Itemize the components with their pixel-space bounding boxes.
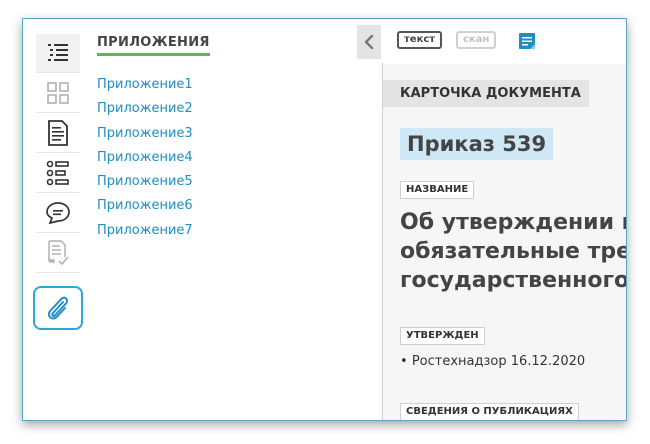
checklist-icon xyxy=(48,240,69,266)
application-link[interactable]: Приложение1 xyxy=(97,75,297,99)
paperclip-icon xyxy=(47,296,69,320)
publication-label: СВЕДЕНИЯ О ПУБЛИКАЦИЯХ xyxy=(400,403,579,420)
application-link[interactable]: Приложение6 xyxy=(97,196,297,220)
grid-icon xyxy=(47,82,69,104)
rail-item-structure[interactable] xyxy=(36,154,80,193)
approved-by-text: Ростехнадзор 16.12.2020 xyxy=(411,354,586,369)
comment-icon xyxy=(46,202,70,225)
document-title-line: Об утверждении пе xyxy=(400,210,626,235)
application-link[interactable]: Приложение5 xyxy=(97,172,297,196)
applications-panel: ПРИЛОЖЕНИЯ Приложение1 Приложение2 Прило… xyxy=(97,31,297,245)
document-title-line: государственного к xyxy=(400,268,626,293)
document-card: КАРТОЧКА ДОКУМЕНТА Приказ 539 НАЗВАНИЕ О… xyxy=(383,64,626,420)
collapse-panel-button[interactable] xyxy=(357,25,381,59)
rail-item-attachments[interactable] xyxy=(33,286,83,330)
rail-item-checklist[interactable] xyxy=(36,234,80,273)
panel-title: ПРИЛОЖЕНИЯ xyxy=(97,35,210,56)
approved-by-item: • Ростехнадзор 16.12.2020 xyxy=(400,354,585,369)
document-number: Приказ 539 xyxy=(400,128,554,160)
text-view-button[interactable]: текст xyxy=(397,31,443,49)
rail-item-list[interactable] xyxy=(36,34,80,73)
application-link[interactable]: Приложение3 xyxy=(97,124,297,148)
app-window: ПРИЛОЖЕНИЯ Приложение1 Приложение2 Прило… xyxy=(22,18,627,421)
card-header: КАРТОЧКА ДОКУМЕНТА xyxy=(383,80,589,107)
document-toolbar: текст скан xyxy=(382,19,626,63)
name-label: НАЗВАНИЕ xyxy=(400,181,475,199)
approved-label: УТВЕРЖДЕН xyxy=(400,327,485,345)
bullet: • xyxy=(400,354,412,369)
list-icon xyxy=(48,44,68,61)
tree-list-icon xyxy=(46,160,69,186)
application-link[interactable]: Приложение7 xyxy=(97,221,297,245)
applications-list: Приложение1 Приложение2 Приложение3 Прил… xyxy=(97,75,297,245)
application-link[interactable]: Приложение2 xyxy=(97,99,297,123)
document-title: Об утверждении пе обязательные треб госу… xyxy=(400,208,626,295)
document-view-icon[interactable] xyxy=(518,32,536,50)
rail-item-comments[interactable] xyxy=(36,194,80,233)
rail-item-document[interactable] xyxy=(36,114,80,153)
chevron-left-icon xyxy=(364,34,374,50)
rail-item-grid[interactable] xyxy=(36,74,80,113)
scan-view-button[interactable]: скан xyxy=(456,31,497,49)
document-icon xyxy=(48,120,68,146)
document-title-line: обязательные треб xyxy=(400,239,626,264)
application-link[interactable]: Приложение4 xyxy=(97,148,297,172)
